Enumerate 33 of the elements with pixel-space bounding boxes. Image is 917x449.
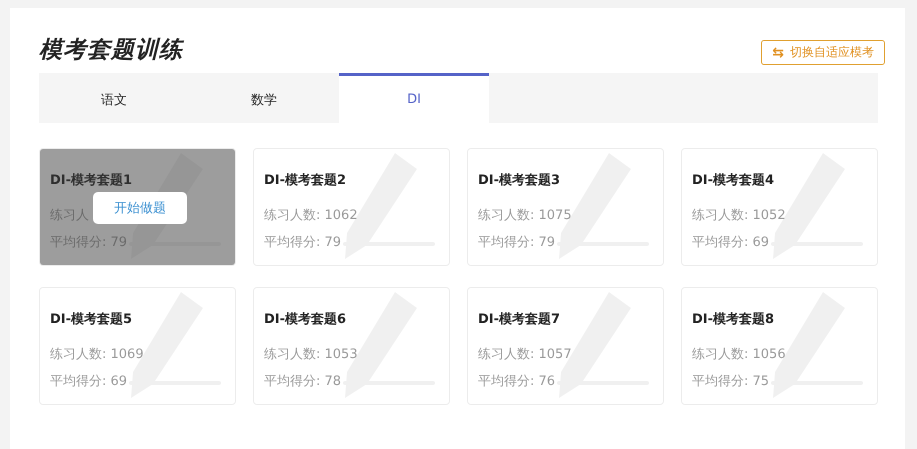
- card-title: DI-模考套题8: [692, 311, 776, 328]
- card-title: DI-模考套题2: [264, 172, 348, 189]
- practice-count: 练习人数: 1075: [478, 207, 572, 224]
- average-score: 平均得分: 69: [50, 373, 128, 390]
- subject-tab[interactable]: 数学: [189, 73, 339, 123]
- practice-count: 练习人数: 1062: [264, 207, 358, 224]
- average-score: 平均得分: 78: [264, 373, 342, 390]
- exam-card[interactable]: DI-模考套题4 练习人数: 1052 平均得分: 69: [681, 148, 878, 266]
- exam-card[interactable]: DI-模考套题3 练习人数: 1075 平均得分: 79: [467, 148, 664, 266]
- subject-tab[interactable]: 语文: [39, 73, 189, 123]
- practice-count: 练习人数: 1069: [50, 346, 144, 363]
- card-title: DI-模考套题1: [50, 172, 134, 189]
- average-score: 平均得分: 76: [478, 373, 556, 390]
- practice-count: 练习人数: 1052: [692, 207, 786, 224]
- subject-tab[interactable]: DI: [339, 73, 489, 123]
- card-title: DI-模考套题5: [50, 311, 134, 328]
- card-title: DI-模考套题3: [478, 172, 562, 189]
- practice-count: 练习人数: 1057: [478, 346, 572, 363]
- exam-card[interactable]: DI-模考套题5 练习人数: 1069 平均得分: 69: [39, 287, 236, 405]
- page-title: 模考套题训练: [39, 36, 183, 65]
- exam-card[interactable]: DI-模考套题6 练习人数: 1053 平均得分: 78: [253, 287, 450, 405]
- exam-card[interactable]: DI-模考套题2 练习人数: 1062 平均得分: 79: [253, 148, 450, 266]
- average-score: 平均得分: 79: [478, 234, 556, 251]
- average-score: 平均得分: 75: [692, 373, 770, 390]
- exam-card[interactable]: DI-模考套题7 练习人数: 1057 平均得分: 76: [467, 287, 664, 405]
- practice-count: 练习人数: 1056: [692, 346, 786, 363]
- card-title: DI-模考套题6: [264, 311, 348, 328]
- card-title: DI-模考套题4: [692, 172, 776, 189]
- card-title: DI-模考套题7: [478, 311, 562, 328]
- practice-count: 练习人数: 1053: [264, 346, 358, 363]
- exam-card[interactable]: DI-模考套题8 练习人数: 1056 平均得分: 75: [681, 287, 878, 405]
- average-score: 平均得分: 69: [692, 234, 770, 251]
- average-score: 平均得分: 79: [264, 234, 342, 251]
